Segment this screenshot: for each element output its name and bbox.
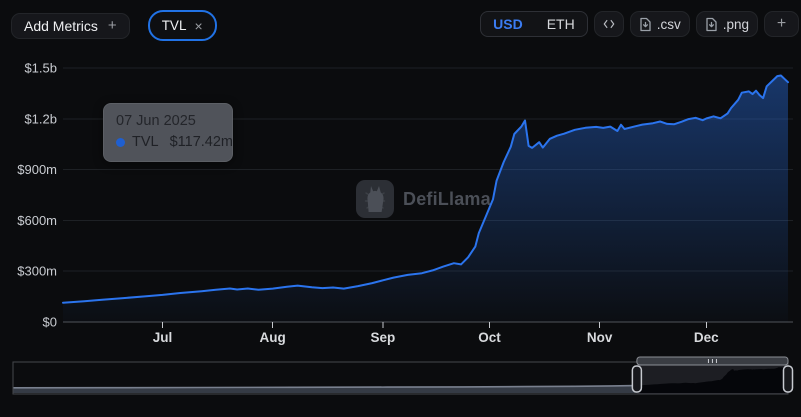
- tooltip-date: 07 Jun 2025: [116, 113, 196, 129]
- metric-pill-label: TVL: [161, 18, 187, 33]
- file-download-icon: [640, 17, 651, 31]
- metrics-toolbar: Add Metrics + TVL ×: [11, 10, 217, 41]
- tooltip-series-label: TVL: [132, 134, 159, 151]
- metric-pill-tvl[interactable]: TVL ×: [147, 10, 217, 41]
- slider-handle-right[interactable]: [782, 365, 794, 393]
- chart-tooltip: 07 Jun 2025 TVL $117.42m: [103, 103, 234, 163]
- x-axis-label: Oct: [478, 330, 501, 345]
- download-png-button[interactable]: .png: [695, 11, 758, 37]
- y-axis-label: $900m: [17, 162, 57, 177]
- y-axis-label: $0: [43, 315, 57, 330]
- code-icon: [603, 19, 615, 29]
- currency-usd-button[interactable]: USD: [481, 16, 535, 32]
- currency-eth-button[interactable]: ETH: [535, 16, 587, 32]
- x-axis-label: Sep: [370, 330, 395, 345]
- y-axis-label: $1.5b: [24, 61, 57, 76]
- add-metrics-plus-icon: +: [107, 17, 117, 34]
- png-label: .png: [722, 16, 749, 32]
- chart-plot-area[interactable]: [63, 48, 793, 322]
- x-axis-label: Aug: [260, 330, 286, 345]
- currency-toggle: USD ETH: [480, 11, 588, 37]
- embed-code-button[interactable]: [593, 11, 624, 37]
- add-metrics-label: Add Metrics: [24, 17, 98, 34]
- slider-handle-left[interactable]: [631, 365, 643, 393]
- download-csv-button[interactable]: .csv: [629, 11, 690, 37]
- file-download-icon: [706, 17, 717, 31]
- tvl-series-dot: [116, 138, 125, 148]
- x-axis-label: Nov: [587, 330, 613, 345]
- x-axis-label: Dec: [694, 330, 719, 345]
- add-chart-button[interactable]: +: [764, 11, 799, 37]
- y-axis-label: $1.2b: [24, 111, 57, 126]
- plus-icon: +: [776, 15, 787, 32]
- y-axis-label: $600m: [17, 213, 57, 228]
- csv-label: .csv: [656, 16, 681, 32]
- add-metrics-button[interactable]: Add Metrics +: [11, 12, 130, 39]
- y-axis-label: $300m: [17, 264, 57, 279]
- x-axis-label: Jul: [153, 330, 173, 345]
- chart-actions-toolbar: USD ETH .csv .png +: [480, 11, 799, 37]
- tvl-chart-canvas: $0 $300m $600m $900m $1.2b $1.5b Jul Aug Sep Oct N…: [12, 48, 794, 395]
- tvl-chart-widget: DefiLlama $0$300m$600m$900m$1.2b$1.5bJul…: [0, 0, 801, 417]
- tooltip-value: $117.42m: [169, 134, 234, 151]
- metric-pill-close-icon[interactable]: ×: [194, 19, 202, 33]
